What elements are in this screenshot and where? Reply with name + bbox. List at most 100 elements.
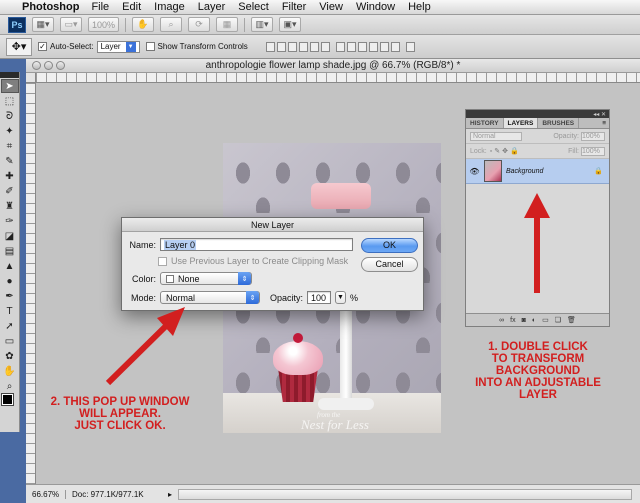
tools-panel-header[interactable] — [0, 72, 19, 78]
hand-tool-icon[interactable]: ✋ — [132, 17, 155, 32]
status-doc-size[interactable]: Doc: 977.1K/977.1K — [72, 490, 162, 499]
menu-app-name[interactable]: Photoshop — [22, 1, 79, 13]
layer-mask-icon[interactable]: ◙ — [522, 317, 526, 324]
layer-row-background[interactable]: 👁 Background 🔒 — [466, 159, 609, 184]
adjustment-layer-icon[interactable]: ◐ — [532, 317, 536, 324]
align-vcenter-icon[interactable] — [276, 41, 286, 52]
align-right-icon[interactable] — [320, 41, 330, 52]
magic-wand-tool-icon[interactable]: ✦ — [1, 124, 19, 138]
distribute-bottom-icon[interactable] — [357, 41, 367, 52]
ruler-origin[interactable] — [26, 73, 36, 83]
auto-select-checkbox[interactable]: ✓ — [38, 42, 47, 51]
auto-select-dropdown[interactable]: Layer ▼ — [96, 40, 140, 53]
opacity-slider-toggle[interactable]: ▼ — [335, 291, 347, 304]
layer-blend-mode-dropdown[interactable]: Normal — [470, 131, 522, 141]
panel-tabs: HISTORY LAYERS BRUSHES ≡ — [466, 118, 609, 129]
eyedropper-tool-icon[interactable]: ✎ — [1, 154, 19, 168]
color-label: Color: — [131, 273, 156, 284]
annotation-line: 1. DOUBLE CLICK — [488, 341, 588, 353]
menu-filter[interactable]: Filter — [282, 1, 306, 13]
brush-tool-icon[interactable]: ✐ — [1, 184, 19, 198]
menu-file[interactable]: File — [91, 1, 109, 13]
status-arrow-icon[interactable]: ▸ — [168, 490, 172, 499]
menu-layer[interactable]: Layer — [198, 1, 226, 13]
clipping-mask-checkbox[interactable] — [158, 256, 167, 266]
group-icon[interactable]: ▭ — [542, 316, 549, 324]
view-extras-button[interactable]: ▭▾ — [60, 17, 82, 32]
distribute-hcenter-icon[interactable] — [379, 41, 389, 52]
zoom-level-select[interactable]: 100% — [88, 17, 120, 32]
tab-history[interactable]: HISTORY — [466, 118, 504, 128]
layer-style-icon[interactable]: fx — [510, 317, 515, 324]
menu-view[interactable]: View — [319, 1, 343, 13]
zoom-tool-icon[interactable]: ⌕ — [160, 17, 183, 32]
history-brush-tool-icon[interactable]: ✑ — [1, 214, 19, 228]
crop-tool-icon[interactable]: ⌗ — [1, 139, 19, 153]
opacity-input[interactable]: 100 — [307, 291, 332, 304]
color-dropdown[interactable]: None ⇕ — [160, 272, 252, 285]
align-hcenter-icon[interactable] — [309, 41, 319, 52]
dodge-tool-icon[interactable]: ● — [1, 274, 19, 288]
menu-help[interactable]: Help — [408, 1, 431, 13]
cancel-button[interactable]: Cancel — [361, 257, 418, 272]
launch-bridge-button[interactable]: ▦▾ — [32, 17, 54, 32]
layer-name[interactable]: Background — [506, 168, 590, 175]
menu-select[interactable]: Select — [238, 1, 269, 13]
distribute-vcenter-icon[interactable] — [346, 41, 356, 52]
shape-tool-icon[interactable]: ▭ — [1, 334, 19, 348]
healing-brush-tool-icon[interactable]: ✚ — [1, 169, 19, 183]
blur-tool-icon[interactable]: ▲ — [1, 259, 19, 273]
chevron-down-icon: ▼ — [125, 41, 136, 52]
hand-tool-icon[interactable]: ✋ — [1, 364, 19, 378]
arrange-documents-button[interactable]: ▥▾ — [251, 17, 274, 32]
status-zoom[interactable]: 66.67% — [26, 489, 66, 499]
rotate-view-icon[interactable]: ⟳ — [188, 17, 211, 32]
fill-input[interactable]: 100% — [581, 146, 605, 156]
move-tool-icon[interactable]: ➤ — [0, 79, 19, 93]
distribute-left-icon[interactable] — [368, 41, 378, 52]
lock-icons[interactable]: ▫✎✥🔒 — [490, 147, 521, 155]
trash-icon[interactable]: 🗑 — [567, 316, 576, 324]
align-left-icon[interactable] — [298, 41, 308, 52]
menu-edit[interactable]: Edit — [122, 1, 141, 13]
move-tool-preset-icon[interactable]: ✥▾ — [6, 37, 32, 56]
tab-layers[interactable]: LAYERS — [503, 118, 539, 128]
color-row: Color: None ⇕ — [126, 272, 252, 285]
pen-tool-icon[interactable]: ✒ — [1, 289, 19, 303]
eraser-tool-icon[interactable]: ◪ — [1, 229, 19, 243]
layer-opacity-input[interactable]: 100% — [581, 131, 605, 141]
grid-icon[interactable]: ▦ — [216, 17, 239, 32]
horizontal-scrollbar[interactable] — [178, 488, 632, 500]
show-transform-checkbox[interactable] — [145, 42, 155, 51]
auto-align-icon[interactable] — [405, 41, 415, 52]
ok-button[interactable]: OK — [361, 238, 418, 253]
align-top-icon[interactable] — [265, 41, 275, 52]
menu-window[interactable]: Window — [356, 1, 395, 13]
panel-menu-icon[interactable]: ≡ — [599, 118, 609, 128]
distribute-right-icon[interactable] — [390, 41, 400, 52]
eye-visibility-icon[interactable]: 👁 — [469, 167, 480, 176]
clone-stamp-tool-icon[interactable]: ♜ — [1, 199, 19, 213]
horizontal-ruler[interactable] — [36, 73, 640, 83]
path-selection-tool-icon[interactable]: ➚ — [1, 319, 19, 333]
tab-brushes[interactable]: BRUSHES — [538, 118, 580, 128]
lasso-tool-icon[interactable]: ᘐ — [1, 109, 19, 123]
new-layer-icon[interactable]: ❏ — [555, 316, 561, 324]
photoshop-logo: Ps — [8, 16, 26, 33]
panel-collapse-bar[interactable]: ◂◂ ✕ — [466, 110, 609, 118]
align-bottom-icon[interactable] — [287, 41, 297, 52]
link-layers-icon[interactable]: ∞ — [499, 317, 504, 324]
distribute-top-icon[interactable] — [335, 41, 345, 52]
document-title-bar[interactable]: anthropologie flower lamp shade.jpg @ 66… — [26, 59, 640, 73]
screen-mode-button[interactable]: ▣▾ — [279, 17, 302, 32]
3d-rotate-tool-icon[interactable]: ✿ — [1, 349, 19, 363]
foreground-color-swatch[interactable] — [1, 393, 14, 406]
menu-image[interactable]: Image — [154, 1, 185, 13]
layer-name-input[interactable]: Layer 0 — [160, 238, 353, 251]
blend-mode-dropdown[interactable]: Normal ⇕ — [160, 291, 260, 304]
marquee-tool-icon[interactable]: ⬚ — [1, 94, 19, 108]
type-tool-icon[interactable]: T — [1, 304, 19, 318]
zoom-tool-icon[interactable]: ⌕ — [1, 379, 19, 393]
gradient-tool-icon[interactable]: ▤ — [1, 244, 19, 258]
layer-opacity-label: Opacity: — [553, 132, 579, 140]
